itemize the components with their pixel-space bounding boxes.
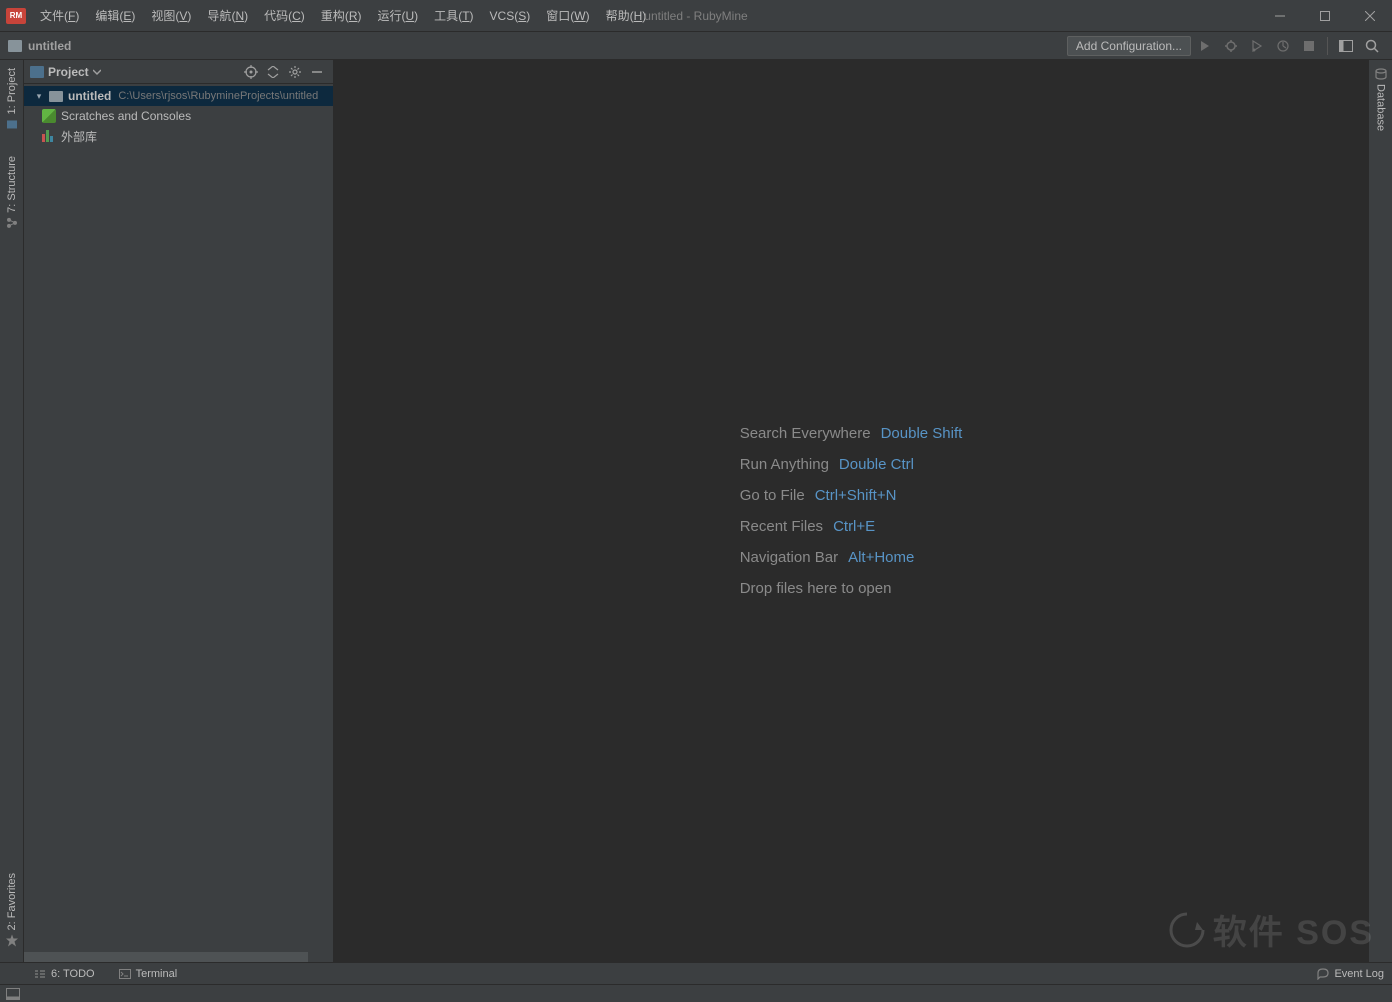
hide-button[interactable]	[307, 63, 327, 81]
hint-recent-files: Recent FilesCtrl+E	[740, 518, 963, 535]
tree-node-label: Scratches and Consoles	[61, 109, 191, 123]
maximize-button[interactable]	[1302, 0, 1347, 32]
menu-vcs[interactable]: VCS(S)	[482, 0, 539, 32]
toolbar-separator	[1327, 37, 1328, 55]
tool-tab-project[interactable]: 1: Project	[6, 60, 18, 138]
title-bar: RM 文件(F) 编辑(E) 视图(V) 导航(N) 代码(C) 重构(R) 运…	[0, 0, 1392, 32]
right-tool-stripe: Database	[1368, 60, 1392, 962]
search-everywhere-button[interactable]	[1360, 35, 1384, 57]
minimize-button[interactable]	[1257, 0, 1302, 32]
hint-search-everywhere: Search EverywhereDouble Shift	[740, 425, 963, 442]
tree-node-name: untitled	[68, 89, 111, 103]
menu-code[interactable]: 代码(C)	[256, 0, 313, 32]
project-tool-window: Project ▾ untitled C:\Users\rjsos\Rubymi…	[24, 60, 334, 962]
profile-button[interactable]	[1271, 35, 1295, 57]
main-menu: 文件(F) 编辑(E) 视图(V) 导航(N) 代码(C) 重构(R) 运行(U…	[32, 0, 654, 32]
tool-tab-terminal[interactable]: Terminal	[115, 963, 182, 984]
tree-external-row[interactable]: 外部库	[24, 126, 333, 146]
folder-icon	[8, 40, 22, 52]
horizontal-scrollbar[interactable]	[24, 952, 333, 962]
project-panel-title[interactable]: Project	[30, 65, 101, 79]
editor-area[interactable]: Search EverywhereDouble Shift Run Anythi…	[334, 60, 1368, 962]
menu-window[interactable]: 窗口(W)	[538, 0, 597, 32]
chevron-down-icon[interactable]: ▾	[34, 91, 44, 101]
tool-windows-icon[interactable]	[6, 988, 20, 1000]
hint-drop-files: Drop files here to open	[740, 580, 963, 597]
debug-button[interactable]	[1219, 35, 1243, 57]
menu-run[interactable]: 运行(U)	[369, 0, 426, 32]
breadcrumb[interactable]: untitled	[8, 39, 71, 53]
tool-tab-database[interactable]: Database	[1375, 60, 1387, 139]
hint-run-anything: Run AnythingDouble Ctrl	[740, 456, 963, 473]
tool-tab-favorites[interactable]: 2: Favorites	[6, 865, 18, 954]
tool-tab-structure[interactable]: 7: Structure	[6, 148, 18, 237]
menu-view[interactable]: 视图(V)	[143, 0, 199, 32]
menu-tools[interactable]: 工具(T)	[426, 0, 481, 32]
breadcrumb-name: untitled	[28, 39, 71, 53]
add-configuration-button[interactable]: Add Configuration...	[1067, 36, 1191, 56]
layout-button[interactable]	[1334, 35, 1358, 57]
coverage-button[interactable]	[1245, 35, 1269, 57]
app-icon: RM	[6, 8, 26, 24]
run-button[interactable]	[1193, 35, 1217, 57]
menu-refactor[interactable]: 重构(R)	[313, 0, 370, 32]
menu-file[interactable]: 文件(F)	[32, 0, 87, 32]
tree-scratches-row[interactable]: Scratches and Consoles	[24, 106, 333, 126]
empty-editor-hints: Search EverywhereDouble Shift Run Anythi…	[740, 425, 963, 597]
tree-node-label: 外部库	[61, 128, 97, 145]
locate-button[interactable]	[241, 63, 261, 81]
window-title: untitled - RubyMine	[644, 9, 747, 23]
scratches-icon	[42, 109, 56, 123]
terminal-icon	[119, 968, 131, 980]
external-lib-icon	[42, 130, 56, 142]
tool-tab-todo[interactable]: 6: TODO	[30, 963, 99, 984]
tool-tab-event-log[interactable]: Event Log	[1313, 968, 1388, 980]
chevron-down-icon	[93, 68, 101, 76]
menu-edit[interactable]: 编辑(E)	[87, 0, 143, 32]
status-bar	[0, 984, 1392, 1002]
window-controls	[1257, 0, 1392, 32]
navigation-bar: untitled Add Configuration...	[0, 32, 1392, 60]
settings-button[interactable]	[285, 63, 305, 81]
close-button[interactable]	[1347, 0, 1392, 32]
event-log-icon	[1317, 968, 1329, 980]
left-tool-stripe: 1: Project 7: Structure 2: Favorites	[0, 60, 24, 962]
bottom-tool-stripe: 6: TODO Terminal Event Log	[0, 962, 1392, 984]
project-icon	[30, 66, 44, 78]
menu-navigate[interactable]: 导航(N)	[199, 0, 256, 32]
stop-button[interactable]	[1297, 35, 1321, 57]
todo-icon	[34, 968, 46, 980]
folder-icon	[49, 91, 63, 102]
expand-all-button[interactable]	[263, 63, 283, 81]
project-panel-header: Project	[24, 60, 333, 84]
hint-navigation-bar: Navigation BarAlt+Home	[740, 549, 963, 566]
project-tree[interactable]: ▾ untitled C:\Users\rjsos\RubymineProjec…	[24, 84, 333, 952]
tree-node-path: C:\Users\rjsos\RubymineProjects\untitled	[118, 90, 318, 102]
hint-go-to-file: Go to FileCtrl+Shift+N	[740, 487, 963, 504]
tree-root-row[interactable]: ▾ untitled C:\Users\rjsos\RubymineProjec…	[24, 86, 333, 106]
